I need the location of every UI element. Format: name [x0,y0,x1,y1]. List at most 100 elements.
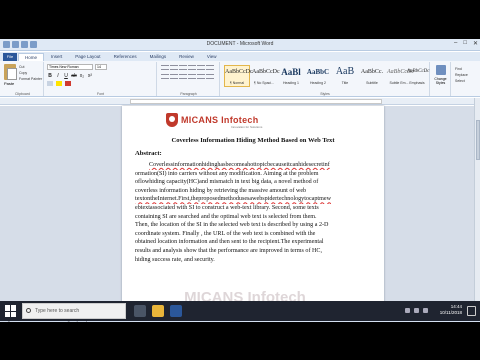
abstract-line: ormation(SI) into carriers without any m… [135,170,319,177]
style-name: ¶ Normal [229,81,245,85]
system-tray [405,308,428,313]
highlight-icon[interactable] [56,81,62,86]
align-left-icon[interactable] [161,74,169,79]
paste-button[interactable]: Paste [4,81,14,86]
style-heading-2[interactable]: AaBbC Heading 2 [305,65,331,87]
strikethrough-button[interactable]: ab [71,73,77,79]
tab-mailings[interactable]: Mailings [144,53,173,61]
word-window: DOCUMENT - Microsoft Word – □ ✕ File Hom… [0,39,480,322]
clipboard-group: Paste Cut Copy Format Painter Clipboard [2,62,44,96]
abstract-line: obtained location information and then s… [135,239,324,246]
style-name: Subtitle [366,81,378,85]
abstract-line: oflowhiding capacity(HC)and mismatch in … [135,179,319,186]
font-label: Font [96,92,104,96]
decrease-indent-icon[interactable] [188,65,196,70]
tab-home[interactable]: Home [18,53,45,61]
shading-icon[interactable] [206,74,214,79]
horizontal-ruler[interactable] [0,98,480,105]
abstract-line: containing SI are searched and the optim… [135,213,317,220]
abstract-line: hiding success rate, and security. [135,256,215,263]
style-normal[interactable]: AaBbCcDc ¶ Normal [224,65,253,87]
document-page[interactable]: MICANS Infotech Innovation for Solutions… [122,106,384,316]
multilevel-list-icon[interactable] [179,65,187,70]
style-name: ¶ No Spaci... [254,81,274,85]
abstract-line: Coverlessinformationhidinghasbecomeahott… [149,162,330,168]
style-subtitle[interactable]: AaBbCc. Subtitle [359,65,385,87]
style-heading-1[interactable]: AaBl Heading 1 [278,65,304,87]
network-icon[interactable] [405,308,410,313]
clipboard-label: Clipboard [15,92,30,96]
superscript-button[interactable]: x² [87,73,93,79]
language-icon[interactable] [423,308,428,313]
task-view-icon[interactable] [134,305,146,317]
format-painter-button[interactable]: Format Painter [19,76,42,82]
justify-icon[interactable] [188,74,196,79]
tab-references[interactable]: References [108,53,143,61]
style-sample: AaBl [281,67,301,77]
sort-icon[interactable] [206,65,214,70]
search-placeholder: Type here to search [35,308,80,314]
underline-button[interactable]: U [63,73,69,79]
style-sample: AaBbCcDc [407,69,430,74]
ribbon: Paste Cut Copy Format Painter Clipboard … [0,61,480,97]
style-emphasis[interactable]: AaBbCcDc Emphasis [406,65,430,87]
paste-icon[interactable] [4,64,17,80]
window-controls: – □ ✕ [454,40,478,47]
style-sample: AaBbC [306,68,330,76]
text-effects-icon[interactable] [47,81,53,86]
align-center-icon[interactable] [170,74,178,79]
font-color-icon[interactable] [65,81,71,86]
notification-icon[interactable] [467,306,476,316]
abstract-line: coverless information hiding by retrievi… [135,187,307,194]
abstract-line: ebtextassociated with SI to construct a … [135,204,319,211]
change-styles-button[interactable]: Change Styles [431,77,450,85]
subscript-button[interactable]: x₂ [79,73,85,79]
font-group: Times New Roman 14 B I U ab x₂ x² Font [45,62,157,96]
tab-insert[interactable]: Insert [45,53,68,61]
numbering-icon[interactable] [170,65,178,70]
increase-indent-icon[interactable] [197,65,205,70]
style-title[interactable]: AaB Title [332,65,358,87]
change-styles-icon[interactable] [436,65,446,75]
micans-logo: MICANS Infotech Innovation for Solutions [166,112,263,129]
title-bar: DOCUMENT - Microsoft Word – □ ✕ [0,39,480,51]
style-name: Emphasis [409,81,425,85]
styles-label: Styles [320,92,330,96]
close-icon[interactable]: ✕ [473,40,478,47]
style-sample: AaBbCc. [360,69,384,75]
maximize-icon[interactable]: □ [463,40,467,47]
change-styles-group: Change Styles [431,62,451,96]
clock[interactable]: 14:44 10/11/2018 [440,304,462,316]
italic-button[interactable]: I [55,73,61,79]
tab-page-layout[interactable]: Page Layout [69,53,106,61]
word-taskbar-icon[interactable] [170,305,182,317]
style-sample: AaB [335,66,355,77]
taskbar: Type here to search 14:44 10/11/2018 [0,301,480,321]
search-icon [26,308,31,313]
bold-button[interactable]: B [47,73,53,79]
tab-file[interactable]: File [3,53,17,61]
taskbar-search-input[interactable]: Type here to search [22,303,126,319]
volume-icon[interactable] [414,308,419,313]
select-button[interactable]: Select [455,78,468,84]
abstract-line: textontheInternet.First,theproposedmetho… [135,196,331,203]
minimize-icon[interactable]: – [454,40,457,47]
vertical-scrollbar[interactable] [474,98,480,316]
abstract-line: Then, the location of the SI in the sele… [135,222,329,229]
bullets-icon[interactable] [161,65,169,70]
font-name-select[interactable]: Times New Roman [47,64,93,70]
abstract-body: Coverlessinformationhidinghasbecomeahott… [135,161,366,264]
tab-view[interactable]: View [201,53,223,61]
styles-group: AaBbCcDc ¶ Normal AaBbCcDc ¶ No Spaci...… [221,62,430,96]
windows-start-icon[interactable] [5,305,17,317]
line-spacing-icon[interactable] [197,74,205,79]
file-explorer-icon[interactable] [152,305,164,317]
style-no-spacing[interactable]: AaBbCcDc ¶ No Spaci... [251,65,280,87]
align-right-icon[interactable] [179,74,187,79]
clock-date: 10/11/2018 [439,310,462,315]
logo-subtext: Innovation for Solutions [231,125,263,129]
scrollbar-thumb[interactable] [476,120,480,160]
font-size-select[interactable]: 14 [95,64,107,70]
abstract-line: coordinate system. Finally , the URL of … [135,230,316,237]
tab-review[interactable]: Review [173,53,200,61]
